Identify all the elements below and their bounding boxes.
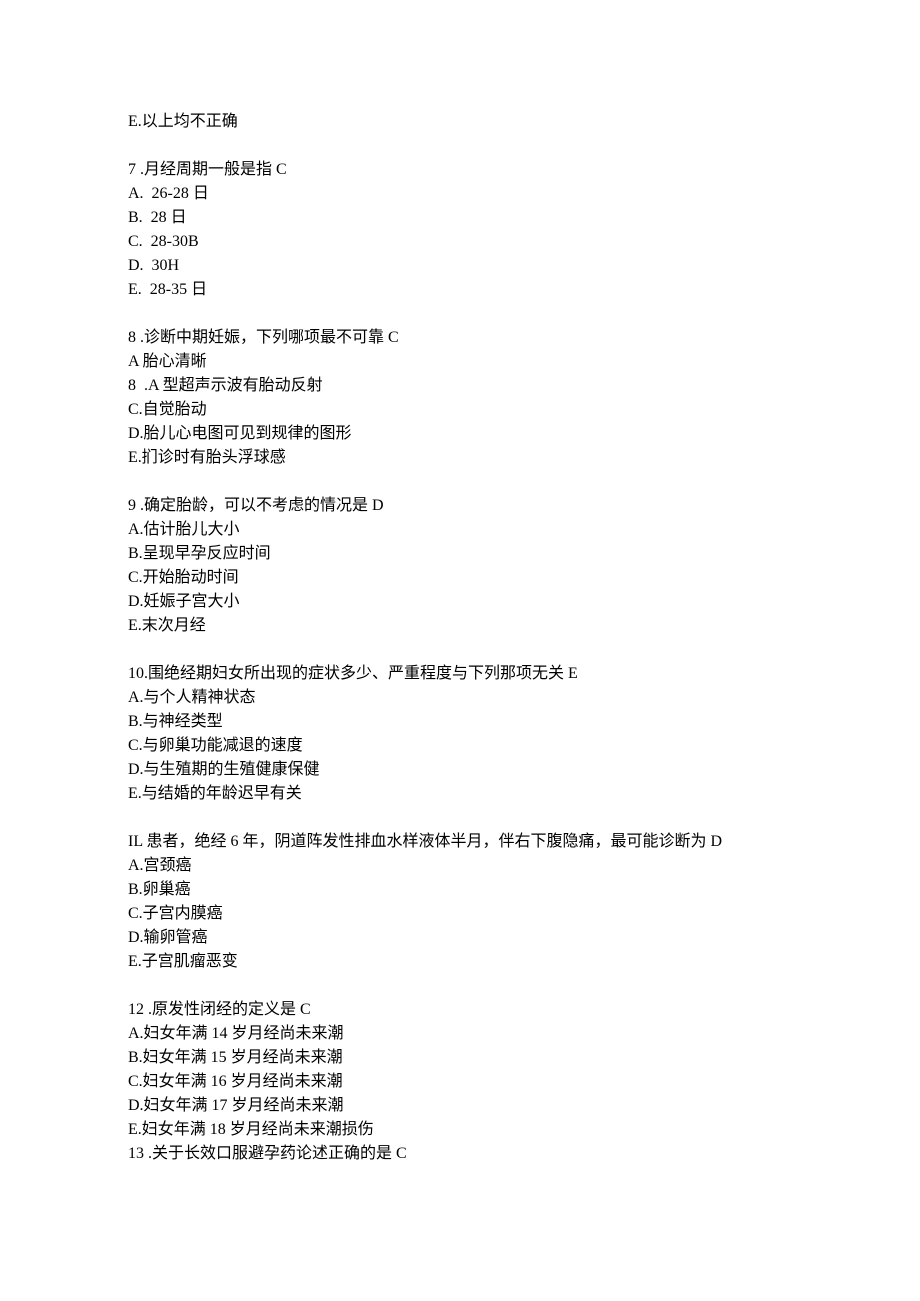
text-line: D.妊娠子宫大小: [128, 590, 792, 614]
text-line: C.妇女年满 16 岁月经尚未来潮: [128, 1070, 792, 1094]
text-line: 12 .原发性闭经的定义是 C: [128, 998, 792, 1022]
text-line: E.扪诊时有胎头浮球感: [128, 446, 792, 470]
text-line: A. 26-28 日: [128, 182, 792, 206]
blank-line: [128, 974, 792, 998]
text-line: IL 患者，绝经 6 年，阴道阵发性排血水样液体半月，伴右下腹隐痛，最可能诊断为…: [128, 830, 792, 854]
text-line: D.输卵管癌: [128, 926, 792, 950]
blank-line: [128, 470, 792, 494]
text-line: E.末次月经: [128, 614, 792, 638]
blank-line: [128, 134, 792, 158]
text-line: 7 .月经周期一般是指 C: [128, 158, 792, 182]
text-line: 13 .关于长效口服避孕药论述正确的是 C: [128, 1142, 792, 1166]
text-line: E.子宫肌瘤恶变: [128, 950, 792, 974]
text-line: 8 .诊断中期妊娠，下列哪项最不可靠 C: [128, 326, 792, 350]
text-line: B. 28 日: [128, 206, 792, 230]
text-line: A.宫颈癌: [128, 854, 792, 878]
blank-line: [128, 806, 792, 830]
document-page: E.以上均不正确7 .月经周期一般是指 CA. 26-28 日B. 28 日C.…: [0, 0, 920, 1226]
text-line: B.妇女年满 15 岁月经尚未来潮: [128, 1046, 792, 1070]
text-line: A.妇女年满 14 岁月经尚未来潮: [128, 1022, 792, 1046]
text-line: E. 28-35 日: [128, 278, 792, 302]
text-line: C. 28-30B: [128, 230, 792, 254]
text-line: D.妇女年满 17 岁月经尚未来潮: [128, 1094, 792, 1118]
blank-line: [128, 302, 792, 326]
text-line: 9 .确定胎龄，可以不考虑的情况是 D: [128, 494, 792, 518]
text-line: D.与生殖期的生殖健康保健: [128, 758, 792, 782]
text-line: C.与卵巢功能减退的速度: [128, 734, 792, 758]
text-line: D.胎儿心电图可见到规律的图形: [128, 422, 792, 446]
document-body: E.以上均不正确7 .月经周期一般是指 CA. 26-28 日B. 28 日C.…: [128, 110, 792, 1166]
text-line: B.与神经类型: [128, 710, 792, 734]
text-line: A 胎心清晰: [128, 350, 792, 374]
text-line: C.开始胎动时间: [128, 566, 792, 590]
text-line: C.自觉胎动: [128, 398, 792, 422]
text-line: 10.围绝经期妇女所出现的症状多少、严重程度与下列那项无关 E: [128, 662, 792, 686]
text-line: B.呈现早孕反应时间: [128, 542, 792, 566]
blank-line: [128, 638, 792, 662]
text-line: C.子宫内膜癌: [128, 902, 792, 926]
text-line: 8 .A 型超声示波有胎动反射: [128, 374, 792, 398]
text-line: E.以上均不正确: [128, 110, 792, 134]
text-line: D. 30H: [128, 254, 792, 278]
text-line: B.卵巢癌: [128, 878, 792, 902]
text-line: A.估计胎儿大小: [128, 518, 792, 542]
text-line: E.与结婚的年龄迟早有关: [128, 782, 792, 806]
text-line: E.妇女年满 18 岁月经尚未来潮损伤: [128, 1118, 792, 1142]
text-line: A.与个人精神状态: [128, 686, 792, 710]
